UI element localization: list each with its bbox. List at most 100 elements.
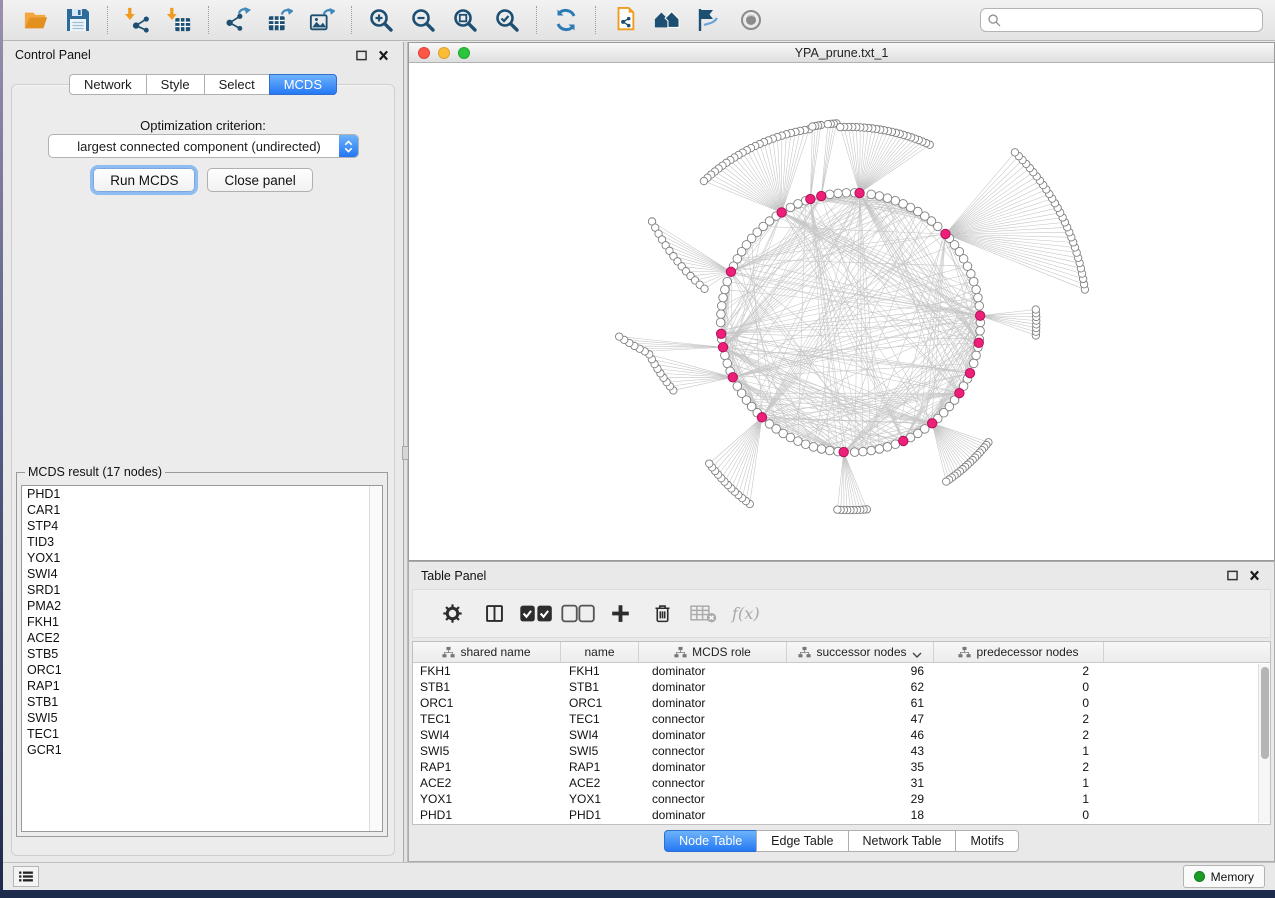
tab-motifs[interactable]: Motifs [955, 830, 1018, 852]
toolbar-separator [536, 6, 537, 34]
show-details-eye-button[interactable] [736, 5, 766, 35]
table-scrollbar[interactable] [1258, 664, 1270, 823]
select-all-checkboxes-icon[interactable] [515, 599, 557, 629]
open-file-button[interactable] [21, 5, 51, 35]
mcds-result-item[interactable]: CAR1 [22, 502, 382, 518]
share-document-button[interactable] [610, 5, 640, 35]
table-row[interactable]: ORC1ORC1dominator610 [413, 695, 1258, 711]
zoom-in-button[interactable] [366, 5, 396, 35]
mcds-hub-node[interactable] [974, 338, 983, 347]
mcds-hub-node[interactable] [728, 373, 737, 382]
export-image-button[interactable] [307, 5, 337, 35]
mcds-result-item[interactable]: PHD1 [22, 486, 382, 502]
import-network-button[interactable] [122, 5, 152, 35]
mcds-hub-node[interactable] [726, 267, 735, 276]
mcds-result-item[interactable]: YOX1 [22, 550, 382, 566]
tab-network-table[interactable]: Network Table [848, 830, 957, 852]
mcds-result-item[interactable]: ORC1 [22, 662, 382, 678]
mcds-result-item[interactable]: STB1 [22, 694, 382, 710]
mcds-result-item[interactable]: TID3 [22, 534, 382, 550]
mcds-result-item[interactable]: SWI5 [22, 710, 382, 726]
mcds-hub-node[interactable] [899, 436, 908, 445]
mcds-hub-node[interactable] [777, 208, 786, 217]
export-table-button[interactable] [265, 5, 295, 35]
close-mcds-panel-button[interactable]: Close panel [207, 168, 312, 192]
column-header-MCDS-role[interactable]: MCDS role [639, 642, 787, 662]
column-header-label: shared name [460, 645, 530, 659]
network-canvas[interactable] [409, 64, 1274, 560]
network-graph[interactable] [409, 64, 1274, 560]
mcds-result-item[interactable]: GCR1 [22, 742, 382, 758]
mcds-hub-node[interactable] [975, 311, 984, 320]
memory-button[interactable]: Memory [1183, 865, 1265, 888]
mcds-hub-node[interactable] [716, 329, 725, 338]
mcds-result-item[interactable]: SRD1 [22, 582, 382, 598]
optimization-criterion-select[interactable]: largest connected component (undirected) [48, 134, 359, 158]
close-table-panel-icon[interactable] [1246, 569, 1262, 583]
tab-edge-table[interactable]: Edge Table [756, 830, 848, 852]
mcds-result-item[interactable]: SWI4 [22, 566, 382, 582]
export-network-button[interactable] [223, 5, 253, 35]
mcds-hub-node[interactable] [941, 229, 950, 238]
deselect-all-checkboxes-icon[interactable] [557, 599, 599, 629]
close-panel-icon[interactable] [375, 48, 391, 62]
zoom-out-button[interactable] [408, 5, 438, 35]
tab-select[interactable]: Select [204, 74, 270, 95]
import-table-button[interactable] [164, 5, 194, 35]
table-row[interactable]: PHD1PHD1dominator180 [413, 807, 1258, 823]
mcds-hub-node[interactable] [855, 188, 864, 197]
table-row[interactable]: RAP1RAP1dominator352 [413, 759, 1258, 775]
search-input[interactable] [1006, 10, 1256, 30]
mcds-hub-node[interactable] [718, 343, 727, 352]
table-settings-gear-icon[interactable] [431, 599, 473, 629]
tab-style[interactable]: Style [146, 74, 205, 95]
zoom-selected-button[interactable] [492, 5, 522, 35]
result-list-scrollbar[interactable] [369, 486, 382, 831]
cell-shared-name: SWI4 [413, 727, 561, 743]
mcds-result-item[interactable]: RAP1 [22, 678, 382, 694]
mcds-hub-node[interactable] [806, 194, 815, 203]
table-row[interactable]: FKH1FKH1dominator962 [413, 663, 1258, 679]
column-header-shared-name[interactable]: shared name [413, 642, 561, 662]
float-table-panel-icon[interactable] [1224, 569, 1240, 583]
column-header-successor-nodes[interactable]: successor nodes [787, 642, 934, 662]
mcds-result-item[interactable]: ACE2 [22, 630, 382, 646]
graphics-flag-button[interactable] [694, 5, 724, 35]
table-row[interactable]: ACE2ACE2connector311 [413, 775, 1258, 791]
mcds-hub-node[interactable] [817, 191, 826, 200]
table-row[interactable]: SWI4SWI4dominator462 [413, 727, 1258, 743]
status-menu-button[interactable] [13, 866, 39, 887]
mcds-result-item[interactable]: STB5 [22, 646, 382, 662]
float-panel-icon[interactable] [353, 48, 369, 62]
mcds-result-list[interactable]: PHD1CAR1STP4TID3YOX1SWI4SRD1PMA2FKH1ACE2… [21, 485, 383, 832]
mcds-hub-node[interactable] [955, 388, 964, 397]
tab-node-table[interactable]: Node Table [664, 830, 757, 852]
mcds-result-item[interactable]: STP4 [22, 518, 382, 534]
refresh-layout-button[interactable] [551, 5, 581, 35]
mcds-hub-node[interactable] [965, 368, 974, 377]
mcds-hub-node[interactable] [757, 413, 766, 422]
control-panel: Control Panel NetworkStyleSelectMCDS Opt… [3, 42, 403, 862]
mcds-hub-node[interactable] [928, 419, 937, 428]
mcds-result-item[interactable]: FKH1 [22, 614, 382, 630]
table-row[interactable]: SWI5SWI5connector431 [413, 743, 1258, 759]
run-mcds-button[interactable]: Run MCDS [93, 168, 195, 192]
add-entry-icon[interactable] [599, 599, 641, 629]
column-header-predecessor-nodes[interactable]: predecessor nodes [934, 642, 1104, 662]
zoom-fit-button[interactable] [450, 5, 480, 35]
column-header-name[interactable]: name [561, 642, 639, 662]
table-scrollbar-thumb[interactable] [1261, 667, 1269, 759]
save-session-button[interactable] [63, 5, 93, 35]
tab-mcds[interactable]: MCDS [269, 74, 337, 95]
mcds-hub-node[interactable] [839, 447, 848, 456]
main-toolbar [3, 0, 1275, 41]
table-row[interactable]: TEC1TEC1connector472 [413, 711, 1258, 727]
mcds-result-item[interactable]: TEC1 [22, 726, 382, 742]
table-row[interactable]: STB1STB1dominator620 [413, 679, 1258, 695]
tab-network[interactable]: Network [69, 74, 147, 95]
home-network-button[interactable] [652, 5, 682, 35]
delete-entry-trash-icon[interactable] [641, 599, 683, 629]
show-columns-icon[interactable] [473, 599, 515, 629]
mcds-result-item[interactable]: PMA2 [22, 598, 382, 614]
table-row[interactable]: YOX1YOX1connector291 [413, 791, 1258, 807]
